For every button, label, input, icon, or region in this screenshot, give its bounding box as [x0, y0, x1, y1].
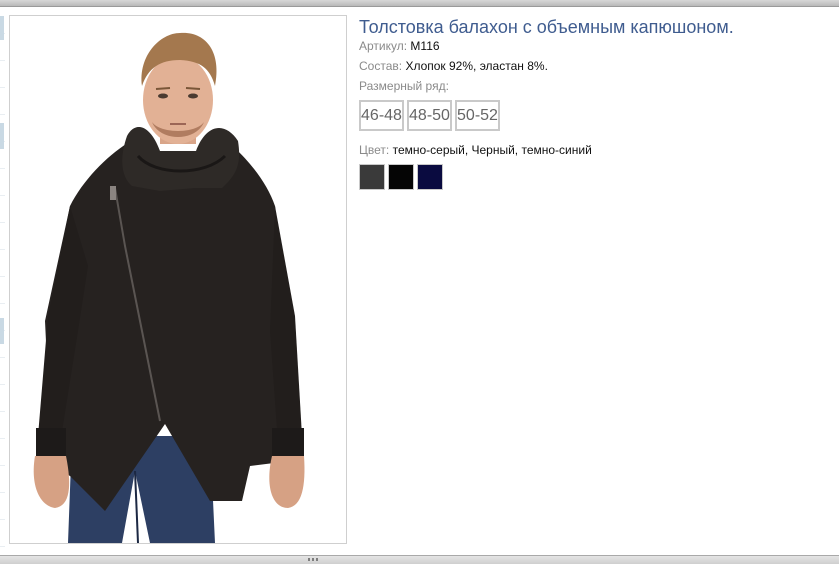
- article-row: Артикул: M116: [359, 39, 829, 53]
- sidebar-tab[interactable]: [0, 318, 4, 344]
- color-label: Цвет:: [359, 143, 390, 157]
- article-label: Артикул:: [359, 39, 408, 53]
- swatch-black[interactable]: [388, 164, 414, 190]
- size-option-48-50[interactable]: 48-50: [407, 100, 452, 131]
- composition-label: Состав:: [359, 59, 403, 73]
- composition-row: Состав: Хлопок 92%, эластан 8%.: [359, 59, 829, 73]
- swatch-dark-gray[interactable]: [359, 164, 385, 190]
- size-range-row: Размерный ряд:: [359, 79, 829, 93]
- product-photo-image: [10, 16, 346, 543]
- sidebar-tab[interactable]: [0, 16, 4, 40]
- article-value: M116: [410, 39, 440, 53]
- size-option-46-48[interactable]: 46-48: [359, 100, 404, 131]
- product-info: Толстовка балахон с объемным капюшоном. …: [359, 16, 829, 190]
- color-value: темно-серый, Черный, темно-синий: [392, 143, 592, 157]
- size-range-label: Размерный ряд:: [359, 79, 449, 93]
- composition-value: Хлопок 92%, эластан 8%.: [405, 59, 548, 73]
- color-row: Цвет: темно-серый, Черный, темно-синий: [359, 143, 829, 157]
- size-option-50-52[interactable]: 50-52: [455, 100, 500, 131]
- sidebar-tab[interactable]: [0, 123, 4, 149]
- window-top-bar: [0, 0, 839, 7]
- size-options: 46-48 48-50 50-52: [359, 100, 829, 131]
- left-sidebar-edge: [0, 7, 5, 555]
- color-swatches: [359, 164, 829, 190]
- swatch-dark-blue[interactable]: [417, 164, 443, 190]
- product-photo[interactable]: [9, 15, 347, 544]
- product-title: Толстовка балахон с объемным капюшоном.: [359, 17, 734, 37]
- resize-grip-icon[interactable]: [308, 558, 320, 561]
